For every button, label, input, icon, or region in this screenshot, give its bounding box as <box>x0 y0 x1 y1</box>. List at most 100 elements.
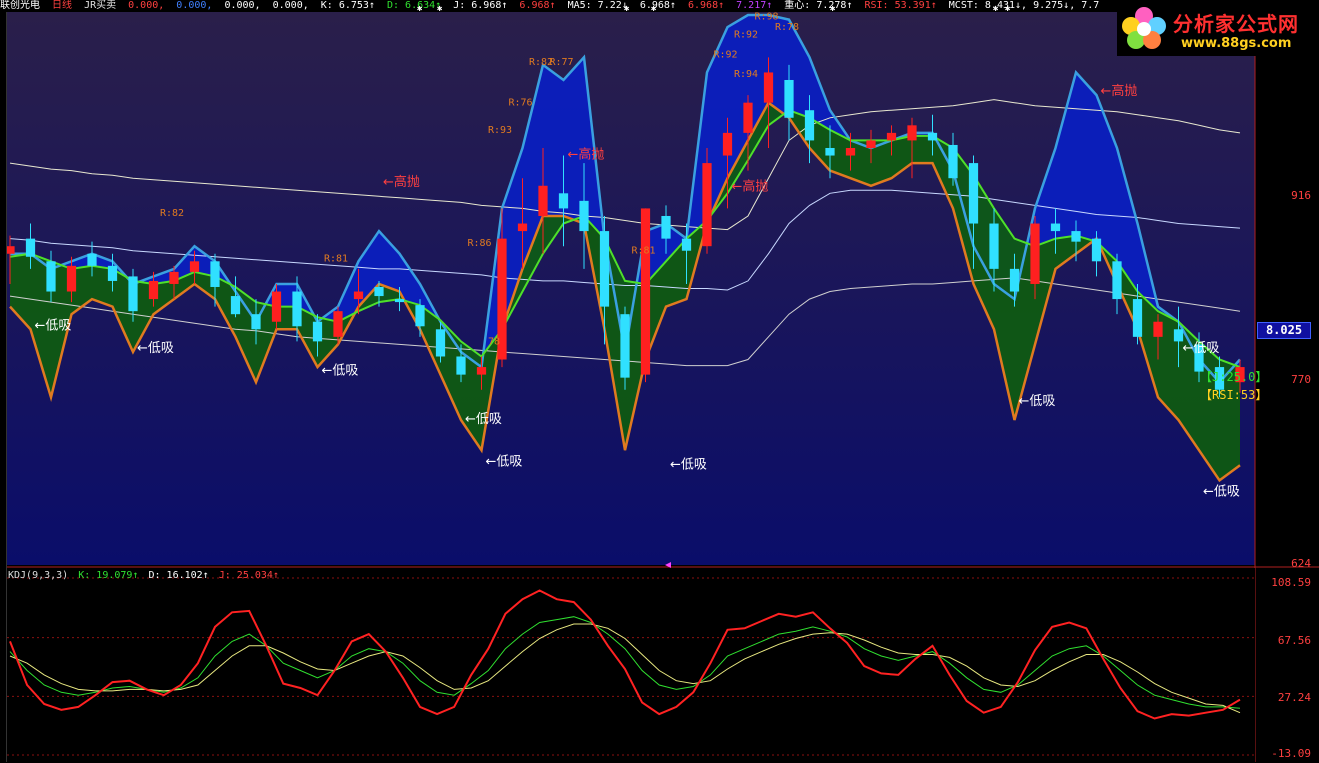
r-annotation: R:93 <box>488 125 512 136</box>
left-toolbar-strip[interactable] <box>0 12 7 762</box>
candle-body <box>476 367 487 375</box>
kdj-name: KDJ(9,3,3) <box>8 570 69 581</box>
buy-signal: ←低吸 <box>670 457 707 472</box>
candle-body <box>251 314 261 330</box>
candle-body <box>353 291 364 300</box>
top-star-icon: ✱ <box>1005 4 1011 14</box>
kdj-label-mid: 67.56 <box>1277 634 1311 647</box>
candle-body <box>394 299 405 303</box>
buy-signal: ←低吸 <box>35 318 72 333</box>
buy-signal: ←低吸 <box>1183 341 1220 356</box>
candle-body <box>25 238 36 257</box>
candle-body <box>948 144 958 179</box>
site-logo: 分析家公式网 www.88gs.com <box>1117 2 1315 56</box>
top-star-icon: ✱ <box>651 4 657 14</box>
buy-signal: ←低吸 <box>137 341 174 356</box>
logo-title: 分析家公式网 <box>1173 12 1299 36</box>
candle-body <box>148 280 159 300</box>
top-star-icon: ✱ <box>437 4 443 14</box>
candle-body <box>374 286 384 297</box>
buy-signal: ←低吸 <box>465 412 502 427</box>
candle-body <box>456 356 466 375</box>
candle-body <box>1050 223 1061 232</box>
price-label-mid: 770 <box>1291 373 1311 386</box>
r-annotation: R:94 <box>734 69 758 80</box>
candle-body <box>579 200 589 232</box>
price-label-low: 624 <box>1291 557 1311 570</box>
candle-body <box>415 305 425 327</box>
candle-body <box>1030 223 1040 284</box>
candle-body <box>46 261 56 292</box>
candle-body <box>989 223 999 269</box>
buy-signal: ←低吸 <box>1203 484 1240 499</box>
buy-signal: ←低吸 <box>1019 394 1056 409</box>
current-price-tag: 8.025 <box>1257 322 1311 339</box>
sell-signal: ←高抛 <box>732 178 769 194</box>
price-label-high: 916 <box>1291 189 1311 202</box>
flower-logo-icon <box>1122 7 1166 49</box>
logo-url[interactable]: www.88gs.com <box>1181 36 1291 51</box>
candle-body <box>538 185 548 216</box>
candle-body <box>333 311 343 337</box>
r-annotation: R:92 <box>714 49 738 60</box>
top-star-icon: ✱ <box>417 4 423 14</box>
candle-body <box>1153 321 1163 337</box>
sell-signal: ←高抛 <box>1101 83 1138 99</box>
candle-body <box>1009 268 1020 292</box>
r-annotation: R:78 <box>775 22 799 33</box>
r-annotation: R:86 <box>468 238 492 249</box>
candle-body <box>743 102 753 133</box>
r-annotation: R:98 <box>755 12 779 23</box>
candle-body <box>722 132 733 156</box>
candle-body <box>763 72 774 103</box>
candle-body <box>517 223 528 232</box>
candle-body <box>66 265 77 292</box>
kdj-label-high: 108.59 <box>1271 576 1311 589</box>
sell-signal: ←高抛 <box>568 147 605 163</box>
candle-body <box>1173 329 1184 342</box>
kdj-label-low: 27.24 <box>1277 691 1311 704</box>
candle-body <box>169 271 179 284</box>
candle-body <box>1091 238 1102 262</box>
candle-body <box>927 132 938 141</box>
buy-signal: ←低吸 <box>486 454 523 469</box>
candle-body <box>620 314 630 378</box>
candle-body <box>661 215 671 239</box>
candle-body <box>271 291 282 322</box>
candle-body <box>558 193 569 209</box>
candle-body <box>312 321 323 342</box>
candle-body <box>845 147 856 156</box>
candle-body <box>128 276 138 312</box>
candle-body <box>702 163 712 247</box>
candle-body <box>599 231 610 307</box>
candle-body <box>87 253 97 266</box>
top-star-icon: ✱ <box>624 4 630 14</box>
candle-body <box>1112 261 1122 300</box>
candle-body <box>107 265 118 281</box>
kdj-j: J: 25.034↑ <box>218 570 279 581</box>
r-annotation: R:82 <box>160 208 184 219</box>
r-annotation: R:76 <box>509 98 533 109</box>
candle-body <box>784 79 794 118</box>
kdj-panel-background <box>7 568 1255 762</box>
candle-body <box>435 329 446 357</box>
candle-body <box>1071 231 1081 242</box>
buy-signal: ←低吸 <box>322 364 359 379</box>
candle-body <box>640 208 651 375</box>
main-chart-svg: R:82R:81R:86R:93R:76R:82R:77R:81R:92R:92… <box>5 4 1319 762</box>
top-star-icon: ✱ <box>830 4 836 14</box>
r-annotation: 78 <box>488 336 500 347</box>
candle-body <box>681 238 692 251</box>
top-star-icon: ✱ <box>993 4 999 14</box>
candle-body <box>968 163 979 224</box>
candle-body <box>210 261 220 287</box>
sell-signal: ←高抛 <box>383 174 420 190</box>
j-side-tag: 【J:25.0】 <box>1200 370 1268 384</box>
kdj-d: D: 16.102↑ <box>148 570 209 581</box>
candle-body <box>292 291 302 327</box>
kdj-k: K: 19.079↑ <box>78 570 139 581</box>
r-annotation: R:92 <box>734 30 758 41</box>
candle-body <box>907 125 917 141</box>
candle-body <box>804 110 815 141</box>
r-annotation: R:81 <box>632 246 656 257</box>
